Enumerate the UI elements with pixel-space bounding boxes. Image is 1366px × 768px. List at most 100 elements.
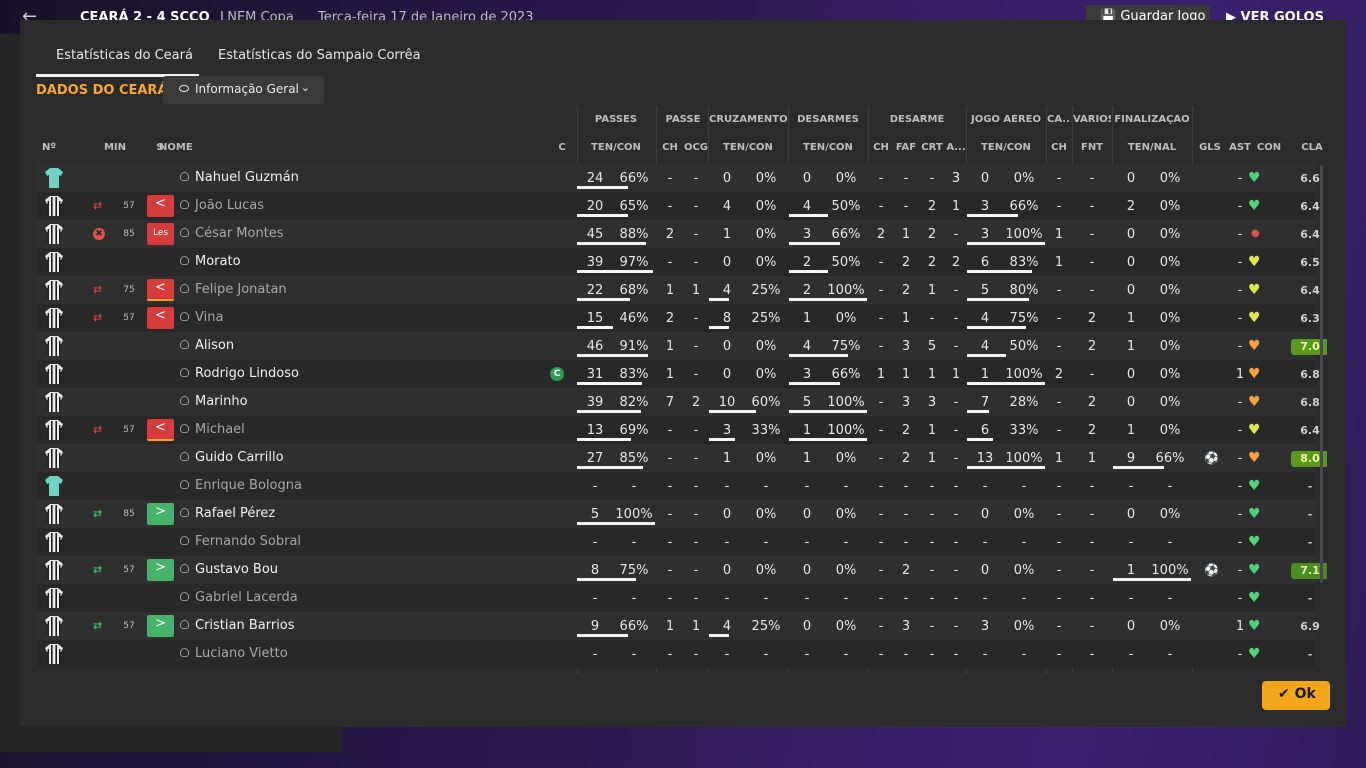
progress-bar	[577, 382, 642, 385]
table-row[interactable]: ⇄ 57 < Michael 13 69% - -3 33% 1 100% -2 1-6 33% -2 1 0%…	[37, 416, 1320, 444]
stat-cell: 2	[927, 255, 937, 270]
ok-button[interactable]: ✔ Ok	[1262, 681, 1330, 710]
shirt-icon	[44, 643, 64, 665]
player-name[interactable]: Luciano Vietto	[180, 646, 288, 661]
table-row[interactable]: Alison 46 91% 1-0 0% 4 75% -3 5-4 50% -2 1 0% - ♥ 7.0	[37, 332, 1327, 360]
column-header[interactable]: CRT	[920, 142, 944, 153]
player-name[interactable]: Gabriel Lacerda	[180, 590, 298, 605]
stat-count: -	[592, 647, 598, 662]
player-name[interactable]: César Montes	[180, 226, 284, 241]
stat-percent: 60%	[751, 395, 781, 410]
condition-heart-icon: ♥	[1248, 562, 1261, 578]
player-name[interactable]: João Lucas	[180, 198, 264, 213]
column-header[interactable]: A...	[946, 142, 966, 153]
view-select-dropdown[interactable]: Informação Geral ⌄	[163, 76, 324, 104]
person-icon	[180, 396, 189, 405]
column-header[interactable]: TEN/NAL	[1113, 142, 1191, 153]
column-header[interactable]: TEN/CON	[577, 142, 655, 153]
tab-sampaio-stats[interactable]: Estatísticas do Sampaio Corrêa	[218, 48, 421, 63]
tab-ceara-stats[interactable]: Estatísticas do Ceará	[56, 48, 193, 63]
player-name[interactable]: Nahuel Guzmán	[180, 170, 299, 185]
scrollbar[interactable]	[1320, 165, 1323, 583]
stat-count: 2	[802, 283, 812, 298]
stat-percent: 68%	[619, 283, 649, 298]
column-header[interactable]: Nº	[39, 142, 59, 153]
stat-cell: -	[667, 423, 673, 438]
table-row[interactable]: ⇄ 57 < Vina 15 46% 2-8 25% 1 0% -1- -4 75% -2 1 0% - ♥ 6.3	[37, 304, 1320, 332]
stat-count: -	[1128, 479, 1134, 494]
column-header[interactable]: MIN	[97, 142, 133, 153]
column-header[interactable]: CON	[1255, 142, 1283, 153]
column-header[interactable]: FNT	[1073, 142, 1111, 153]
player-name-text: Vina	[195, 310, 224, 325]
player-name[interactable]: Fernando Sobral	[180, 534, 301, 549]
stat-cell: -	[929, 591, 935, 606]
column-header[interactable]: CH	[869, 142, 893, 153]
stat-count: 6	[980, 423, 990, 438]
stat-cell: -	[903, 479, 909, 494]
player-name[interactable]: Alison	[180, 338, 234, 353]
player-name[interactable]: Rafael Pérez	[180, 506, 275, 521]
player-name[interactable]: Vina	[180, 310, 223, 325]
stat-cell: 2	[1087, 395, 1097, 410]
player-name[interactable]: Rodrigo Lindoso	[180, 366, 299, 381]
stat-cell: -	[878, 535, 884, 550]
player-name[interactable]: Michael	[180, 422, 245, 437]
player-name[interactable]: Gustavo Bou	[180, 562, 278, 577]
player-name-text: Gabriel Lacerda	[195, 590, 298, 605]
player-name[interactable]: Felipe Jonatan	[180, 282, 287, 297]
player-name[interactable]: Enrique Bologna	[180, 478, 302, 493]
shirt-icon	[44, 223, 64, 245]
stat-cell: -	[1056, 563, 1062, 578]
table-row[interactable]: Fernando Sobral - - - - - - - - - - - - - - - - - - - ♥ -	[37, 528, 1315, 556]
stat-cell: -	[1089, 647, 1095, 662]
column-header[interactable]: TEN/CON	[789, 142, 867, 153]
stat-percent: 66%	[831, 227, 861, 242]
stat-cell: -	[953, 563, 959, 578]
progress-bar	[709, 410, 756, 413]
column-header[interactable]: GLS	[1197, 142, 1223, 153]
table-row[interactable]: ⇄ 57 > Gustavo Bou 8 75% - - 0 0% 0 0% - 2 - - 0 0% - - 1 100…	[37, 556, 1327, 584]
stat-count: 2	[1126, 199, 1136, 214]
column-header[interactable]: TEN/CON	[709, 142, 787, 153]
stat-cell: -	[878, 199, 884, 214]
column-header[interactable]: OCG	[683, 142, 709, 153]
table-row[interactable]: Marinho 39 82% 7 2 10 60% 5 100% -3 3-7 28% -2 0 0% - ♥ 6…	[37, 388, 1320, 416]
table-row[interactable]: ⇄ 85 > Rafael Pérez 5 100% - -0 0% 0 0% - - - -0 0% - -0 0…	[37, 500, 1315, 528]
column-header[interactable]: NOME	[159, 142, 219, 153]
table-row[interactable]: Rodrigo Lindoso C 31 83% 1-0 0% 3 66% 1 1 1 1 1 100% 2…	[37, 360, 1320, 388]
table-row[interactable]: Gabriel Lacerda - - - - - - - - - - - - - - - - - - - ♥ -	[37, 584, 1315, 612]
column-header[interactable]: AST	[1227, 142, 1253, 153]
stat-cell: 2	[1087, 311, 1097, 326]
stat-percent: 0%	[1159, 255, 1181, 270]
table-row[interactable]: Enrique Bologna - - - - - - - - - - - - - - - - - - - ♥ -	[37, 472, 1315, 500]
table-row[interactable]: ⇄ 75 < Felipe Jonatan 22 68% 1 1 4 25% 2 100% -2 1-5 8…	[37, 276, 1320, 304]
table-row[interactable]: Luciano Vietto - - - - - - - - - - - - - - - - - - - ♥ -	[37, 640, 1315, 668]
column-header[interactable]: CLA	[1292, 142, 1327, 153]
table-row[interactable]: Guido Carrillo 27 85% - - 1 0% 1 0% - 2 1 - 13 100% 1 1 9…	[37, 444, 1327, 472]
player-name[interactable]: Morato	[180, 254, 241, 269]
stat-percent: 33%	[751, 423, 781, 438]
column-header[interactable]: CH	[1047, 142, 1071, 153]
table-row[interactable]: ⇄ 57 > Cristian Barrios 9 66% 1 1 4 25% 0 0% - 3 - - 3 0%…	[37, 612, 1320, 640]
player-name[interactable]: Marinho	[180, 394, 248, 409]
player-rating: -	[1307, 648, 1313, 661]
table-row[interactable]: ✖ 85 Les César Montes 45 88% 2-1 0% 3 66% 2 1 2-3 100…	[37, 220, 1320, 248]
chevron-down-icon: ⌄	[300, 81, 310, 94]
stat-cell: -	[878, 451, 884, 466]
column-header[interactable]: TEN/CON	[967, 142, 1045, 153]
player-name[interactable]: Guido Carrillo	[180, 450, 284, 465]
sub-minute: 57	[123, 201, 135, 211]
table-row[interactable]: ⇄ 57 < João Lucas 20 65% - -4 0% 4 50% - -2 1 3 66% - -2 0…	[37, 192, 1320, 220]
progress-bar	[967, 242, 1045, 245]
table-row[interactable]: Nahuel Guzmán 24 66% - -0 0% 0 0% - - -3 0 0% - -0 0% - ♥…	[37, 164, 1320, 192]
player-name[interactable]: Cristian Barrios	[180, 618, 295, 633]
group-header: PASSES	[594, 114, 638, 125]
stat-cell: -	[878, 311, 884, 326]
stat-percent: -	[763, 591, 769, 606]
table-row[interactable]: Morato 39 97% - -0 0% 2 50% -2 2 2 6 83% 1-0 0% - ♥ 6.5	[37, 248, 1320, 276]
column-header[interactable]: FAF	[894, 142, 918, 153]
group-header: CA...	[1047, 114, 1071, 125]
column-header[interactable]: C	[552, 142, 572, 153]
column-header[interactable]: CH	[658, 142, 682, 153]
